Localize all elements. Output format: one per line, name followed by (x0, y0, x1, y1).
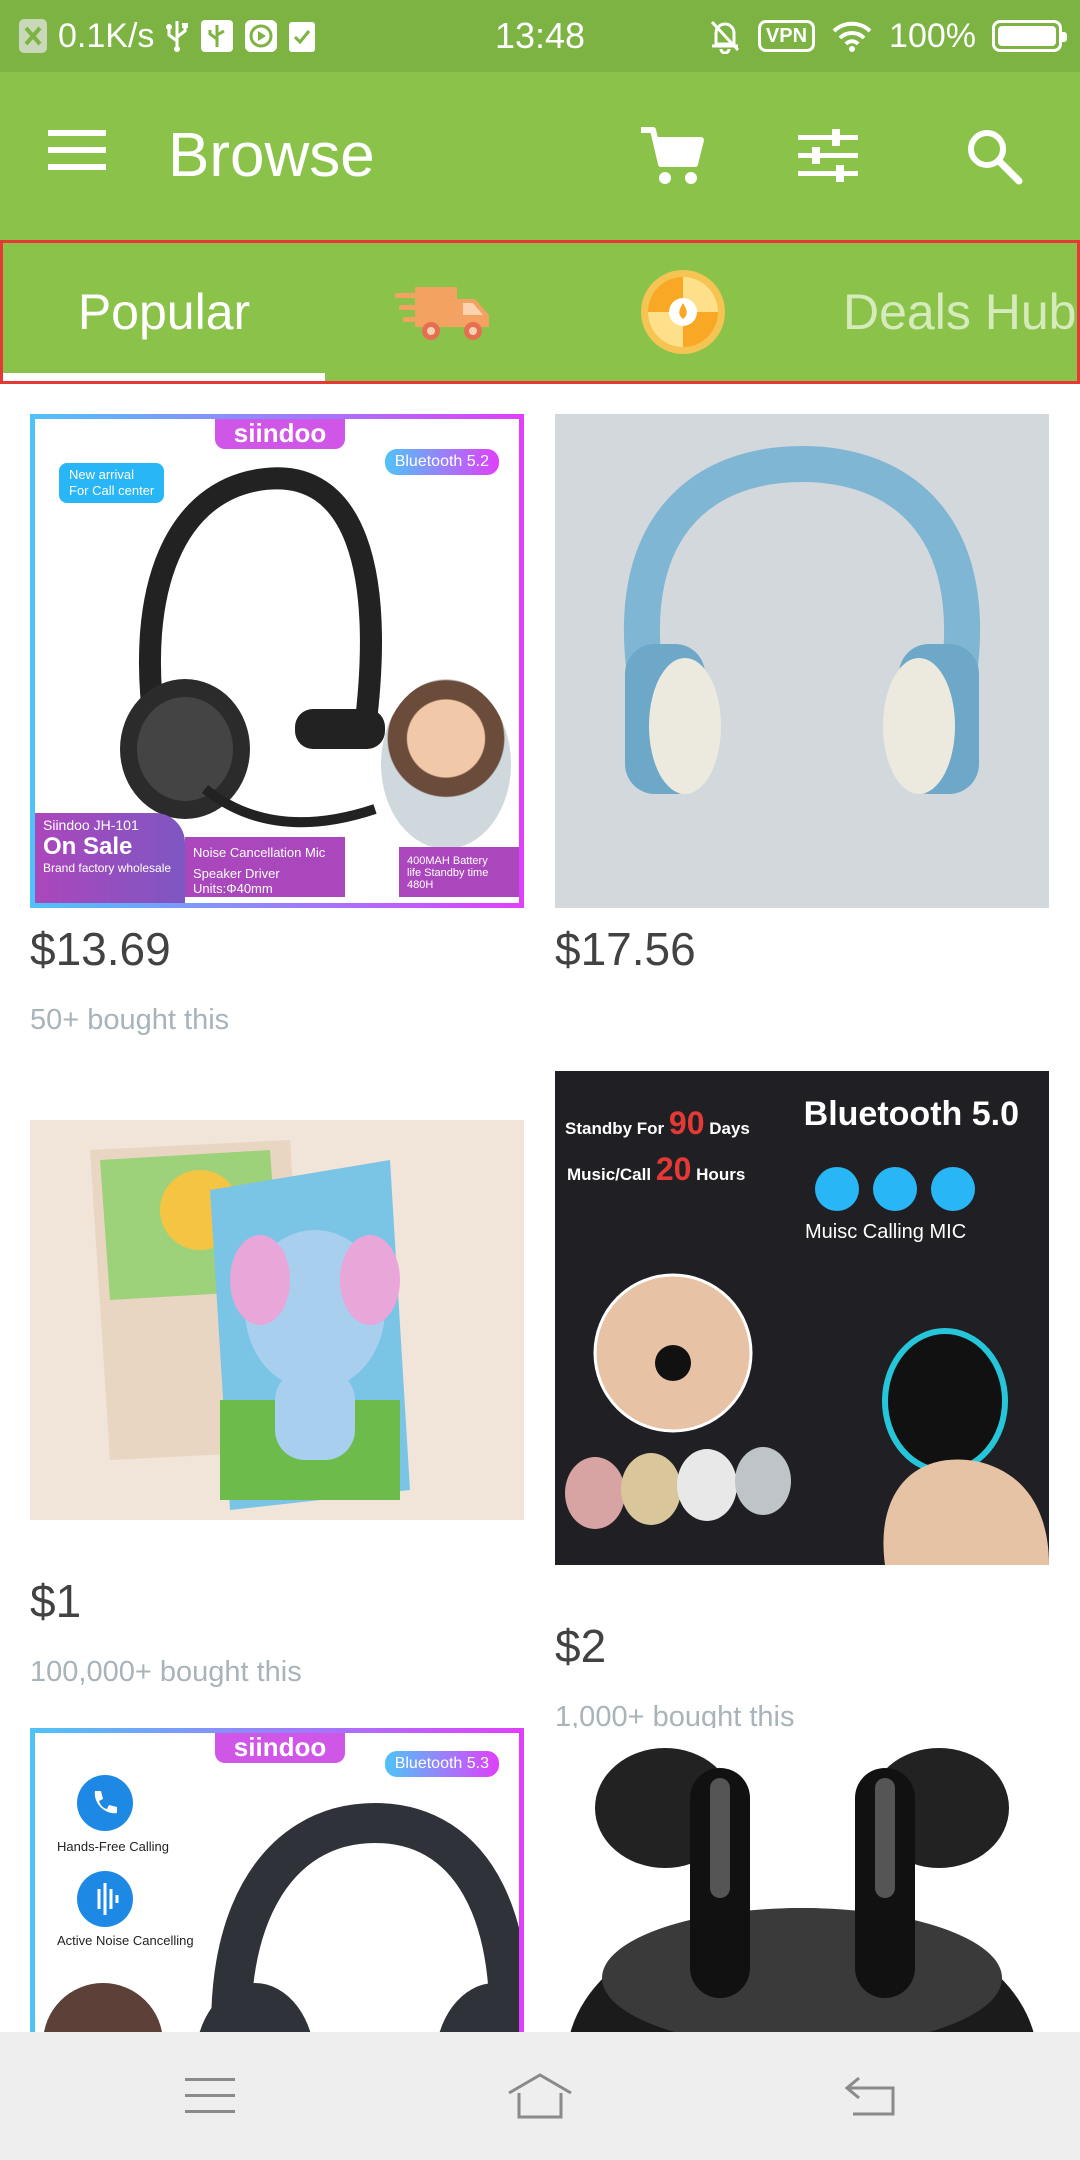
status-bar: 0.1K/s 13:48 VPN 100% (0, 0, 1080, 72)
battery-text-2: life Standby time 480H (407, 867, 489, 891)
sale-banner: Siindoo JH-101 On Sale Brand factory who… (35, 813, 185, 903)
wholesale-text: Brand factory wholesale (43, 861, 172, 875)
earbuds-illustration (565, 1273, 1049, 1565)
sliders-icon (798, 129, 858, 182)
app-bar: Browse (0, 72, 1080, 240)
filter-button[interactable] (784, 112, 872, 200)
hamburger-icon (48, 130, 106, 170)
bluetooth-badge: Bluetooth 5.3 (384, 1751, 499, 1777)
product-card[interactable]: $17.56 (555, 414, 1049, 976)
person-photo (381, 679, 511, 849)
home-icon (508, 2073, 572, 2119)
earbuds-case-illustration (570, 1748, 1034, 2032)
battery-text-1: 400MAH Battery (407, 855, 488, 867)
brand-logo: siindoo (215, 419, 345, 449)
product-price: $13.69 (30, 923, 171, 975)
spec-banner: Noise Cancellation Mic Speaker Driver Un… (185, 837, 345, 897)
tab-rewards[interactable] (603, 243, 763, 381)
headset-illustration (120, 467, 385, 828)
tab-label: Deals Hub (843, 284, 1077, 340)
delivery-truck-icon (395, 287, 489, 340)
home-button[interactable] (490, 2056, 590, 2136)
search-icon (968, 130, 1023, 185)
product-image[interactable]: Standby For 90 Days Music/Call 20 Hours … (555, 1071, 1049, 1565)
product-price: $17.56 (555, 923, 696, 975)
anc-text: Active Noise Cancelling (57, 1933, 194, 1948)
category-tabs: Popular Deals Hub (0, 240, 1080, 384)
back-button[interactable] (820, 2056, 920, 2136)
product-image[interactable] (555, 1728, 1049, 2032)
blue-headphones-illustration (623, 445, 981, 794)
brand-logo: siindoo (215, 1733, 345, 1763)
back-arrow-icon (844, 2076, 895, 2116)
on-sale-text: On Sale (43, 833, 133, 860)
product-card[interactable]: Standby For 90 Days Music/Call 20 Hours … (555, 1071, 1049, 1734)
puzzle-illustration (90, 1140, 410, 1510)
menu-button[interactable] (48, 128, 118, 184)
tab-popular[interactable]: Popular (3, 243, 325, 381)
handsfree-text: Hands-Free Calling (57, 1839, 169, 1854)
noise-text: Noise Cancellation Mic (193, 845, 326, 860)
bought-count: 50+ bought this (30, 1004, 230, 1036)
product-price: $2 (555, 1620, 607, 1672)
product-card[interactable]: siindoo Bluetooth 5.3 Hands-Free Calling… (30, 1728, 524, 2032)
product-card[interactable]: siindoo Bluetooth 5.2 New arrival For Ca… (30, 414, 524, 1037)
tab-delivery[interactable] (363, 243, 523, 381)
page-title: Browse (168, 121, 375, 190)
headphones-illustration (199, 1802, 519, 2032)
phone-icon (77, 1775, 133, 1831)
recent-apps-button[interactable] (160, 2056, 260, 2136)
cart-button[interactable] (628, 112, 716, 200)
person-photo (43, 1983, 163, 2032)
noise-cancel-icon (77, 1871, 133, 1927)
cart-icon (641, 127, 704, 184)
menu-lines-icon (185, 2078, 235, 2113)
bought-count: 100,000+ bought this (30, 1656, 302, 1688)
product-grid: siindoo Bluetooth 5.2 New arrival For Ca… (0, 384, 1080, 2032)
status-time: 13:48 (494, 15, 586, 56)
product-card[interactable] (555, 1728, 1049, 2032)
model-text: Siindoo JH-101 (43, 817, 139, 833)
search-button[interactable] (950, 112, 1038, 200)
product-card[interactable]: $1 100,000+ bought this (30, 1120, 524, 1689)
product-image[interactable] (30, 1120, 524, 1520)
product-image[interactable]: siindoo Bluetooth 5.3 Hands-Free Calling… (30, 1728, 524, 2032)
product-price: $1 (30, 1575, 82, 1627)
tab-label: Popular (77, 284, 251, 340)
product-image[interactable]: siindoo Bluetooth 5.2 New arrival For Ca… (30, 414, 524, 908)
product-image[interactable] (555, 414, 1049, 908)
tab-indicator (3, 373, 325, 381)
coin-icon (641, 270, 725, 354)
system-nav-bar (0, 2032, 1080, 2160)
battery-banner: 400MAH Battery life Standby time 480H (399, 847, 519, 897)
tab-deals-hub[interactable]: Deals Hub (843, 243, 1077, 381)
driver-text: Speaker Driver Units:Φ40mm (193, 866, 280, 896)
battery-icon (992, 20, 1067, 52)
